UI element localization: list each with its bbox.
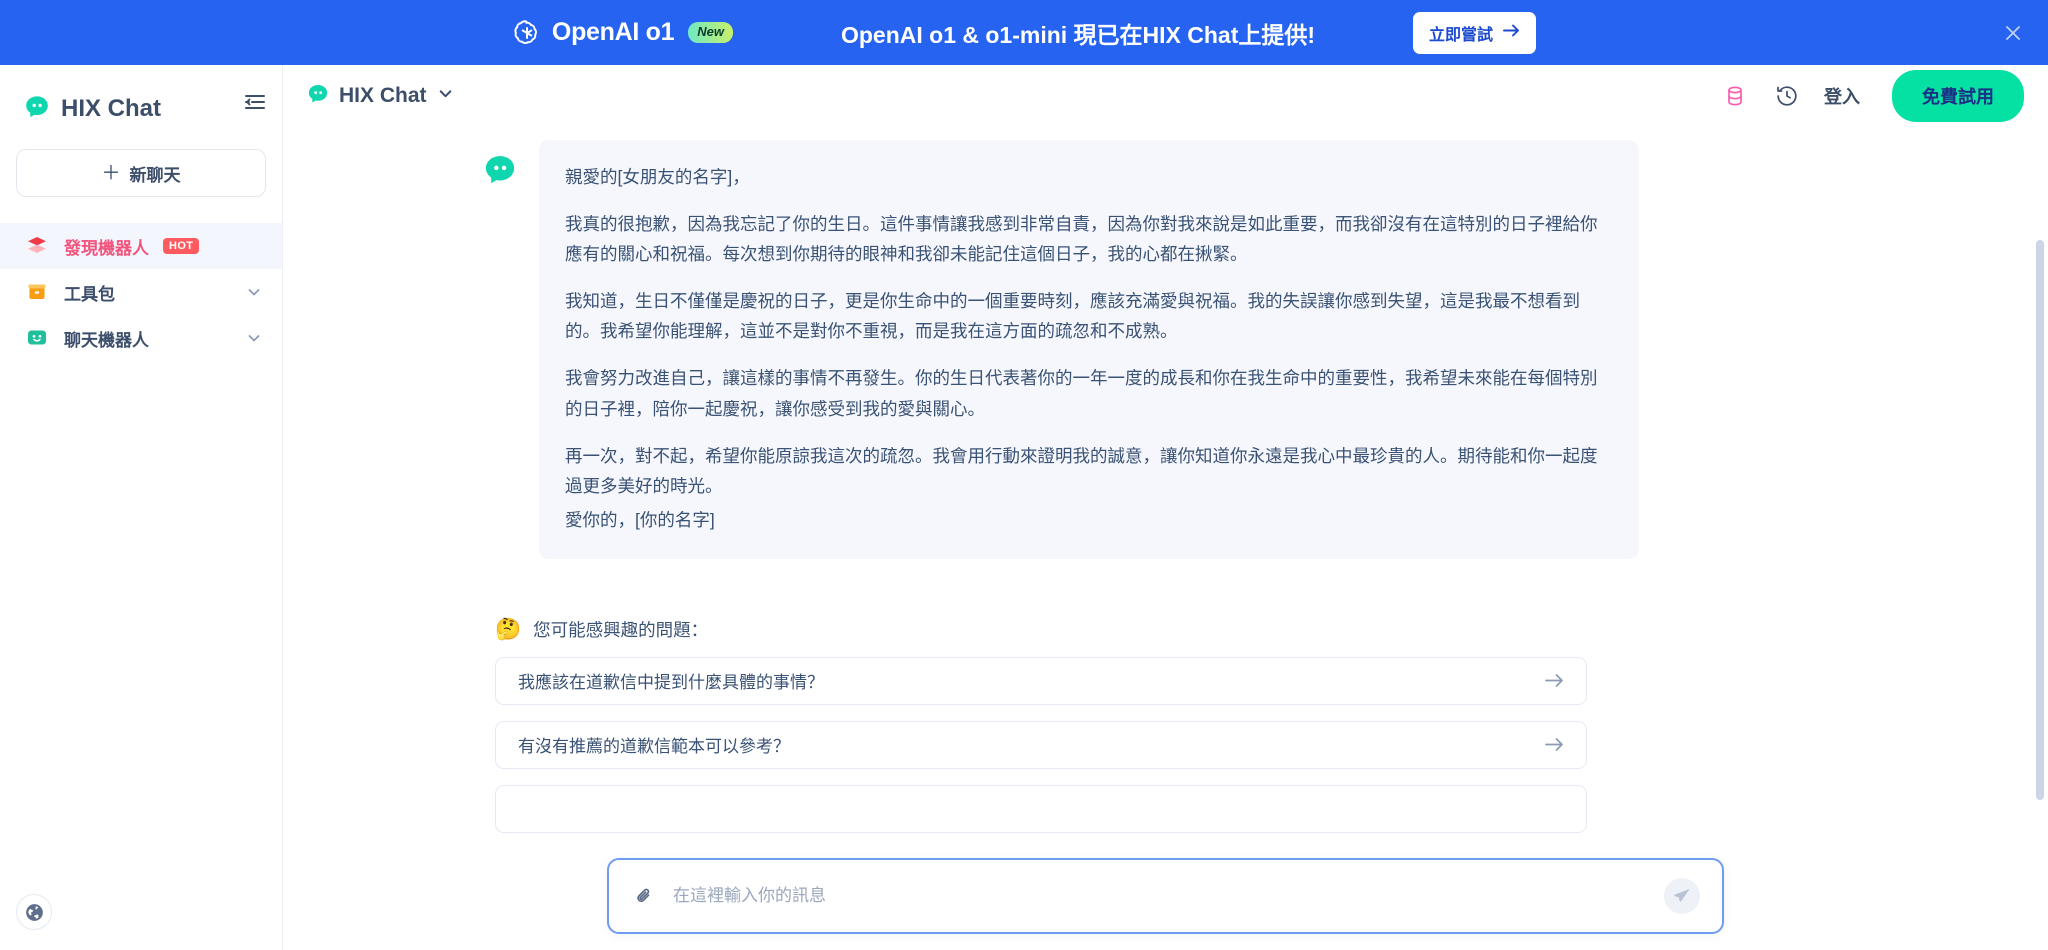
composer-area [283,840,2048,950]
suggestions-title: 您可能感興趣的問題： [533,619,709,640]
globe-icon[interactable] [16,894,52,930]
new-chat-button[interactable]: ＋ 新聊天 [16,149,266,197]
sidebar: HIX Chat ＋ 新聊天 發現機器人 HOT 工具包 聊天機器人 [0,65,283,950]
chat-scroll-container: 親愛的[女朋友的名字]， 我真的很抱歉，因為我忘記了你的生日。這件事情讓我感到非… [283,127,2048,950]
assistant-message: 親愛的[女朋友的名字]， 我真的很抱歉，因為我忘記了你的生日。這件事情讓我感到非… [283,140,2048,559]
chevron-down-icon[interactable] [246,284,262,300]
new-chat-label: 新聊天 [129,165,181,185]
message-paragraph: 我會努力改進自己，讓這樣的事情不再發生。你的生日代表著你的一年一度的成長和你在我… [565,368,1598,419]
plus-icon: ＋ [101,162,121,184]
header-actions: 登入 免費試用 [1720,70,2048,122]
send-button[interactable] [1664,878,1700,914]
suggestion-text: 有沒有推薦的道歉信範本可以參考？ [518,737,790,757]
message-bubble: 親愛的[女朋友的名字]， 我真的很抱歉，因為我忘記了你的生日。這件事情讓我感到非… [539,140,1639,559]
sidebar-item-toolkit[interactable]: 工具包 [0,269,282,315]
sidebar-item-label: 工具包 [64,284,115,304]
message-paragraph: 再一次，對不起，希望你能原諒我這次的疏忽。我會用行動來證明我的誠意，讓你知道你永… [565,445,1598,496]
suggestion-card[interactable]: 有沒有推薦的道歉信範本可以參考？ [495,720,1587,769]
message-input[interactable] [673,886,1664,906]
database-icon[interactable] [1720,81,1750,111]
promo-cta-label: 立即嘗試 [1429,26,1494,44]
sidebar-item-label: 發現機器人 [64,238,149,258]
history-clock-icon[interactable] [1772,81,1802,111]
chevron-down-icon[interactable] [437,85,454,107]
close-icon[interactable] [2000,20,2026,46]
sidebar-collapse-icon[interactable] [227,77,283,127]
smiley-chat-icon [24,325,50,351]
suggestion-card-partial[interactable] [495,784,1587,833]
sidebar-nav: 發現機器人 HOT 工具包 聊天機器人 [0,223,282,361]
login-link[interactable]: 登入 [1824,83,1860,109]
sidebar-item-discover-bots[interactable]: 發現機器人 HOT [0,223,282,269]
chat-scrollbar[interactable] [2036,240,2044,800]
hix-chat-logo-icon [307,83,329,110]
message-paragraph: 我知道，生日不僅僅是慶祝的日子，更是你生命中的一個重要時刻，應該充滿愛與祝福。我… [565,291,1580,342]
toolbox-icon [24,279,50,305]
layers-icon [24,233,50,259]
message-greeting: 親愛的[女朋友的名字]， [565,167,750,187]
free-trial-button[interactable]: 免費試用 [1892,70,2024,122]
sidebar-item-label: 聊天機器人 [64,330,149,350]
sidebar-item-chatbots[interactable]: 聊天機器人 [0,315,282,361]
suggestion-card[interactable]: 我應該在道歉信中提到什麼具體的事情？ [495,656,1587,705]
promo-message: OpenAI o1 & o1-mini 現已在HIX Chat上提供! [840,21,1316,48]
model-selector[interactable]: HIX Chat [307,83,454,110]
paperclip-icon[interactable] [631,883,657,909]
sidebar-brand-label: HIX Chat [61,95,162,122]
thinking-face-icon: 🤔 [495,617,522,641]
message-paragraph: 我真的很抱歉，因為我忘記了你的生日。這件事情讓我感到非常自責，因為你對我來說是如… [565,214,1598,265]
arrow-right-icon [1503,24,1520,42]
chat-area: 親愛的[女朋友的名字]， 我真的很抱歉，因為我忘記了你的生日。這件事情讓我感到非… [283,127,2048,950]
composer [607,858,1724,934]
suggestions-header: 🤔 您可能感興趣的問題： [495,617,1988,642]
chevron-down-icon[interactable] [246,330,262,346]
model-name-label: HIX Chat [339,84,427,107]
promo-banner: OpenAI o1 New OpenAI o1 & o1-mini 現已在HIX… [0,0,2048,65]
suggested-questions: 🤔 您可能感興趣的問題： 我應該在道歉信中提到什麼具體的事情？ 有沒有推薦的道歉… [283,559,2048,833]
promo-brand-text: OpenAI o1 [551,18,675,46]
arrow-right-icon [1545,673,1564,688]
promo-logo-group: OpenAI o1 New [512,18,733,48]
message-signature: 愛你的，[你的名字] [565,509,715,530]
arrow-right-icon [1545,737,1564,752]
hot-badge: HOT [163,238,200,254]
new-badge: New [688,22,733,43]
main-header: HIX Chat 登入 免費試用 [283,65,2048,127]
assistant-bubble-icon [483,153,517,187]
hix-chat-logo-icon [24,94,50,125]
promo-cta-button[interactable]: 立即嘗試 [1413,11,1537,54]
suggestion-text: 我應該在道歉信中提到什麼具體的事情？ [518,673,824,693]
openai-logo-icon [512,18,542,48]
